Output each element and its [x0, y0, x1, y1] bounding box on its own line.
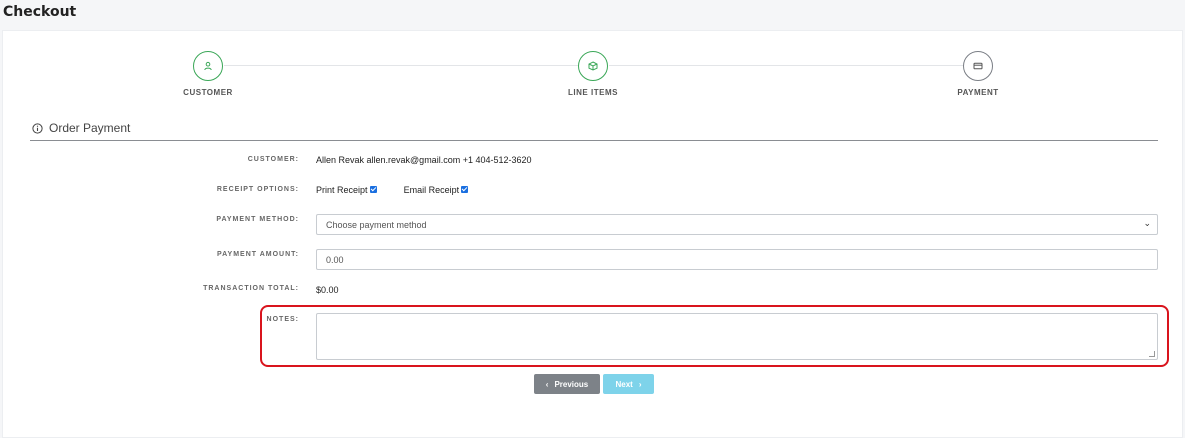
customer-value: Allen Revak allen.revak@gmail.com +1 404…	[316, 155, 532, 165]
step-label: PAYMENT	[957, 88, 999, 97]
notes-highlight-box	[260, 305, 1169, 367]
step-payment[interactable]: PAYMENT	[918, 51, 1038, 97]
transaction-total-value: $0.00	[316, 285, 339, 295]
info-icon	[32, 122, 43, 134]
step-line-items[interactable]: LINE ITEMS	[533, 51, 653, 97]
step-customer[interactable]: CUSTOMER	[148, 51, 268, 97]
user-icon	[204, 61, 212, 71]
step-circle	[193, 51, 223, 81]
customer-label: CUSTOMER:	[247, 156, 299, 163]
section-divider	[30, 140, 1158, 141]
receipt-options-label: RECEIPT OPTIONS:	[216, 186, 299, 193]
step-connector	[224, 65, 578, 66]
print-receipt-checkbox[interactable]	[369, 186, 377, 194]
chevron-right-icon: ›	[638, 379, 642, 389]
checkout-card: CUSTOMER LINE ITEMS PAYMENT Order Paymen…	[2, 30, 1183, 438]
step-circle	[578, 51, 608, 81]
print-receipt-label: Print Receipt	[316, 185, 368, 195]
next-button-label: Next	[615, 379, 633, 389]
box-icon	[588, 61, 598, 71]
notes-label: NOTES:	[266, 316, 299, 323]
checkout-stepper: CUSTOMER LINE ITEMS PAYMENT	[3, 31, 1184, 111]
previous-button-label: Previous	[554, 379, 589, 389]
step-circle	[963, 51, 993, 81]
email-receipt-label: Email Receipt	[403, 185, 460, 195]
email-receipt-checkbox[interactable]	[461, 186, 469, 194]
payment-method-select[interactable]: Choose payment method ⌄	[316, 214, 1158, 235]
page-title: Checkout	[3, 4, 77, 20]
chevron-down-icon: ⌄	[1143, 218, 1151, 228]
card-icon	[973, 62, 983, 70]
payment-method-placeholder: Choose payment method	[326, 220, 427, 230]
transaction-total-label: TRANSACTION TOTAL:	[203, 285, 299, 292]
section-title: Order Payment	[32, 121, 130, 135]
receipt-options: Print Receipt Email Receipt	[316, 185, 469, 195]
step-connector	[609, 65, 963, 66]
chevron-left-icon: ‹	[545, 379, 549, 389]
step-label: CUSTOMER	[183, 88, 233, 97]
section-title-text: Order Payment	[49, 121, 131, 135]
payment-amount-label: PAYMENT AMOUNT:	[216, 251, 299, 258]
next-button[interactable]: Next ›	[603, 374, 654, 394]
payment-amount-input[interactable]: 0.00	[316, 249, 1158, 270]
previous-button[interactable]: ‹ Previous	[534, 374, 600, 394]
step-label: LINE ITEMS	[568, 88, 618, 97]
page-header: Checkout	[0, 0, 1185, 30]
payment-method-label: PAYMENT METHOD:	[216, 216, 299, 223]
